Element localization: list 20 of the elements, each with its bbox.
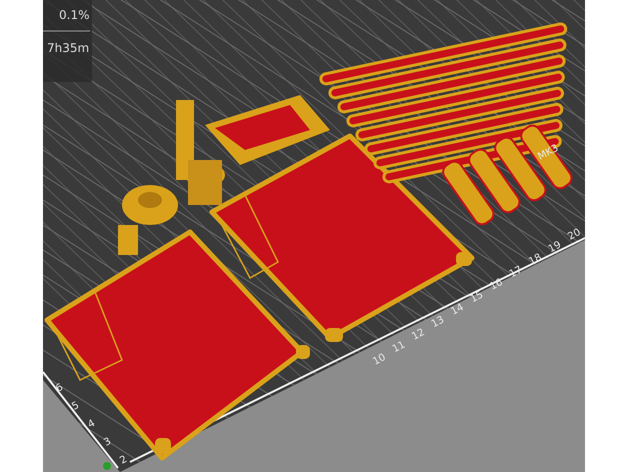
axis-tick-label: 17 [508,264,524,280]
axis-tick-label: 16 [488,276,505,293]
axis-tick-label: 12 [410,326,427,343]
axis-tick-label: 3 [102,436,114,449]
axis-tick-label: 2 [118,454,130,467]
axis-tick-label: 20 [566,226,583,243]
axis-tick-label: 13 [430,314,446,330]
axis-tick-label: 6 [54,382,66,395]
axis-tick-label: 11 [390,339,408,356]
axis-tick-label: 15 [468,289,486,306]
stat-value: 7h35m [47,41,90,55]
origin-icon [103,462,111,470]
axis-tick-label: 14 [449,302,466,318]
printer-model-label: MK3 [536,142,560,163]
stat-value: 0.1% [59,8,90,22]
axis-tick-label: 18 [527,252,544,268]
axis-tick-label: 4 [86,418,98,431]
axis-tick-label: 5 [70,400,82,413]
axis-tick-label: 10 [371,352,388,368]
axis-tick-label: 19 [546,239,564,256]
